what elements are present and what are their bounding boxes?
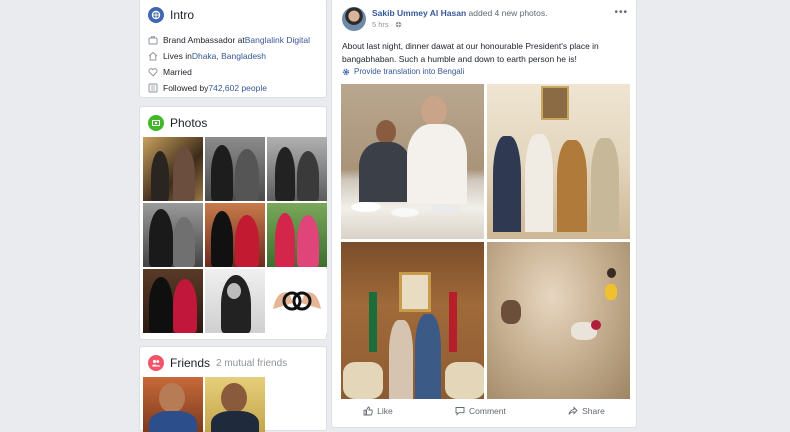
intro-row-relationship: Married: [148, 64, 318, 80]
photo-thumbnail[interactable]: [205, 203, 265, 267]
photo-thumbnail[interactable]: [267, 203, 327, 267]
post-author[interactable]: Sakib Ummey Al Hasan: [372, 8, 466, 18]
share-button[interactable]: Share: [568, 406, 605, 416]
post-timestamp[interactable]: 5 hrs: [372, 20, 389, 29]
intro-header: Intro: [140, 0, 326, 23]
intro-home-link[interactable]: Dhaka, Bangladesh: [192, 51, 266, 61]
intro-followers-link[interactable]: 742,602 people: [208, 83, 267, 93]
photo-thumbnail[interactable]: [143, 269, 203, 333]
post-options-icon[interactable]: •••: [614, 7, 628, 18]
intro-row-work: Brand Ambassador at Banglalink Digital: [148, 32, 318, 48]
photo-thumbnail[interactable]: [143, 137, 203, 201]
globe-icon: [148, 7, 164, 23]
post-action: added 4 new photos.: [468, 8, 548, 18]
post-photo[interactable]: [487, 84, 630, 239]
photos-card: Photos: [139, 106, 327, 340]
gear-icon: [342, 68, 350, 75]
globe-icon: ·: [391, 20, 403, 29]
photo-thumbnail[interactable]: [267, 269, 327, 333]
photos-header: Photos: [140, 107, 326, 131]
photos-title[interactable]: Photos: [170, 116, 207, 130]
friends-title[interactable]: Friends: [170, 356, 210, 370]
photo-thumbnail[interactable]: [267, 137, 327, 201]
home-icon: [148, 51, 158, 61]
post-text: About last night, dinner dawat at our ho…: [342, 41, 599, 64]
post-actions: Like Comment Share: [332, 402, 636, 420]
translate-label: Provide translation into Bengali: [354, 67, 465, 76]
intro-followers-prefix: Followed by: [163, 83, 209, 93]
post-header: Sakib Ummey Al Hasan added 4 new photos.…: [342, 7, 547, 31]
intro-work-prefix: Brand Ambassador at: [163, 35, 245, 45]
avatar[interactable]: [342, 7, 366, 31]
photo-thumbnail[interactable]: [143, 203, 203, 267]
post-card: Sakib Ummey Al Hasan added 4 new photos.…: [331, 0, 637, 428]
friend-thumbnail[interactable]: [143, 377, 203, 432]
translate-link[interactable]: Provide translation into Bengali: [342, 67, 464, 76]
intro-home-prefix: Lives in: [163, 51, 192, 61]
post-photo[interactable]: [341, 242, 484, 399]
friend-thumbnail[interactable]: [205, 377, 265, 432]
like-label: Like: [377, 406, 393, 416]
photo-thumbnail[interactable]: [205, 137, 265, 201]
rss-icon: [148, 83, 158, 93]
briefcase-icon: [148, 36, 158, 45]
comment-label: Comment: [469, 406, 506, 416]
photo-thumbnail[interactable]: [205, 269, 265, 333]
comment-button[interactable]: Comment: [455, 406, 506, 416]
intro-row-home: Lives in Dhaka, Bangladesh: [148, 48, 318, 64]
post-photo[interactable]: [487, 242, 630, 399]
intro-row-followers: Followed by 742,602 people: [148, 80, 318, 96]
intro-card: Intro Brand Ambassador at Banglalink Dig…: [139, 0, 327, 98]
friends-icon: [148, 355, 164, 371]
post-photo[interactable]: [341, 84, 484, 239]
share-label: Share: [582, 406, 605, 416]
comment-icon: [455, 407, 465, 416]
photos-icon: [148, 115, 164, 131]
intro-work-link[interactable]: Banglalink Digital: [245, 35, 310, 45]
chanel-logo-icon: [273, 291, 321, 311]
friends-card: Friends 2 mutual friends: [139, 346, 327, 432]
share-icon: [568, 406, 578, 415]
like-button[interactable]: Like: [363, 406, 393, 416]
mutual-friends-count: 2 mutual friends: [216, 357, 288, 369]
thumbs-up-icon: [363, 406, 373, 416]
heart-icon: [148, 68, 158, 77]
intro-title: Intro: [170, 8, 195, 22]
photo-grid: [143, 137, 327, 333]
intro-relationship: Married: [163, 67, 192, 77]
friends-header: Friends 2 mutual friends: [140, 347, 326, 371]
